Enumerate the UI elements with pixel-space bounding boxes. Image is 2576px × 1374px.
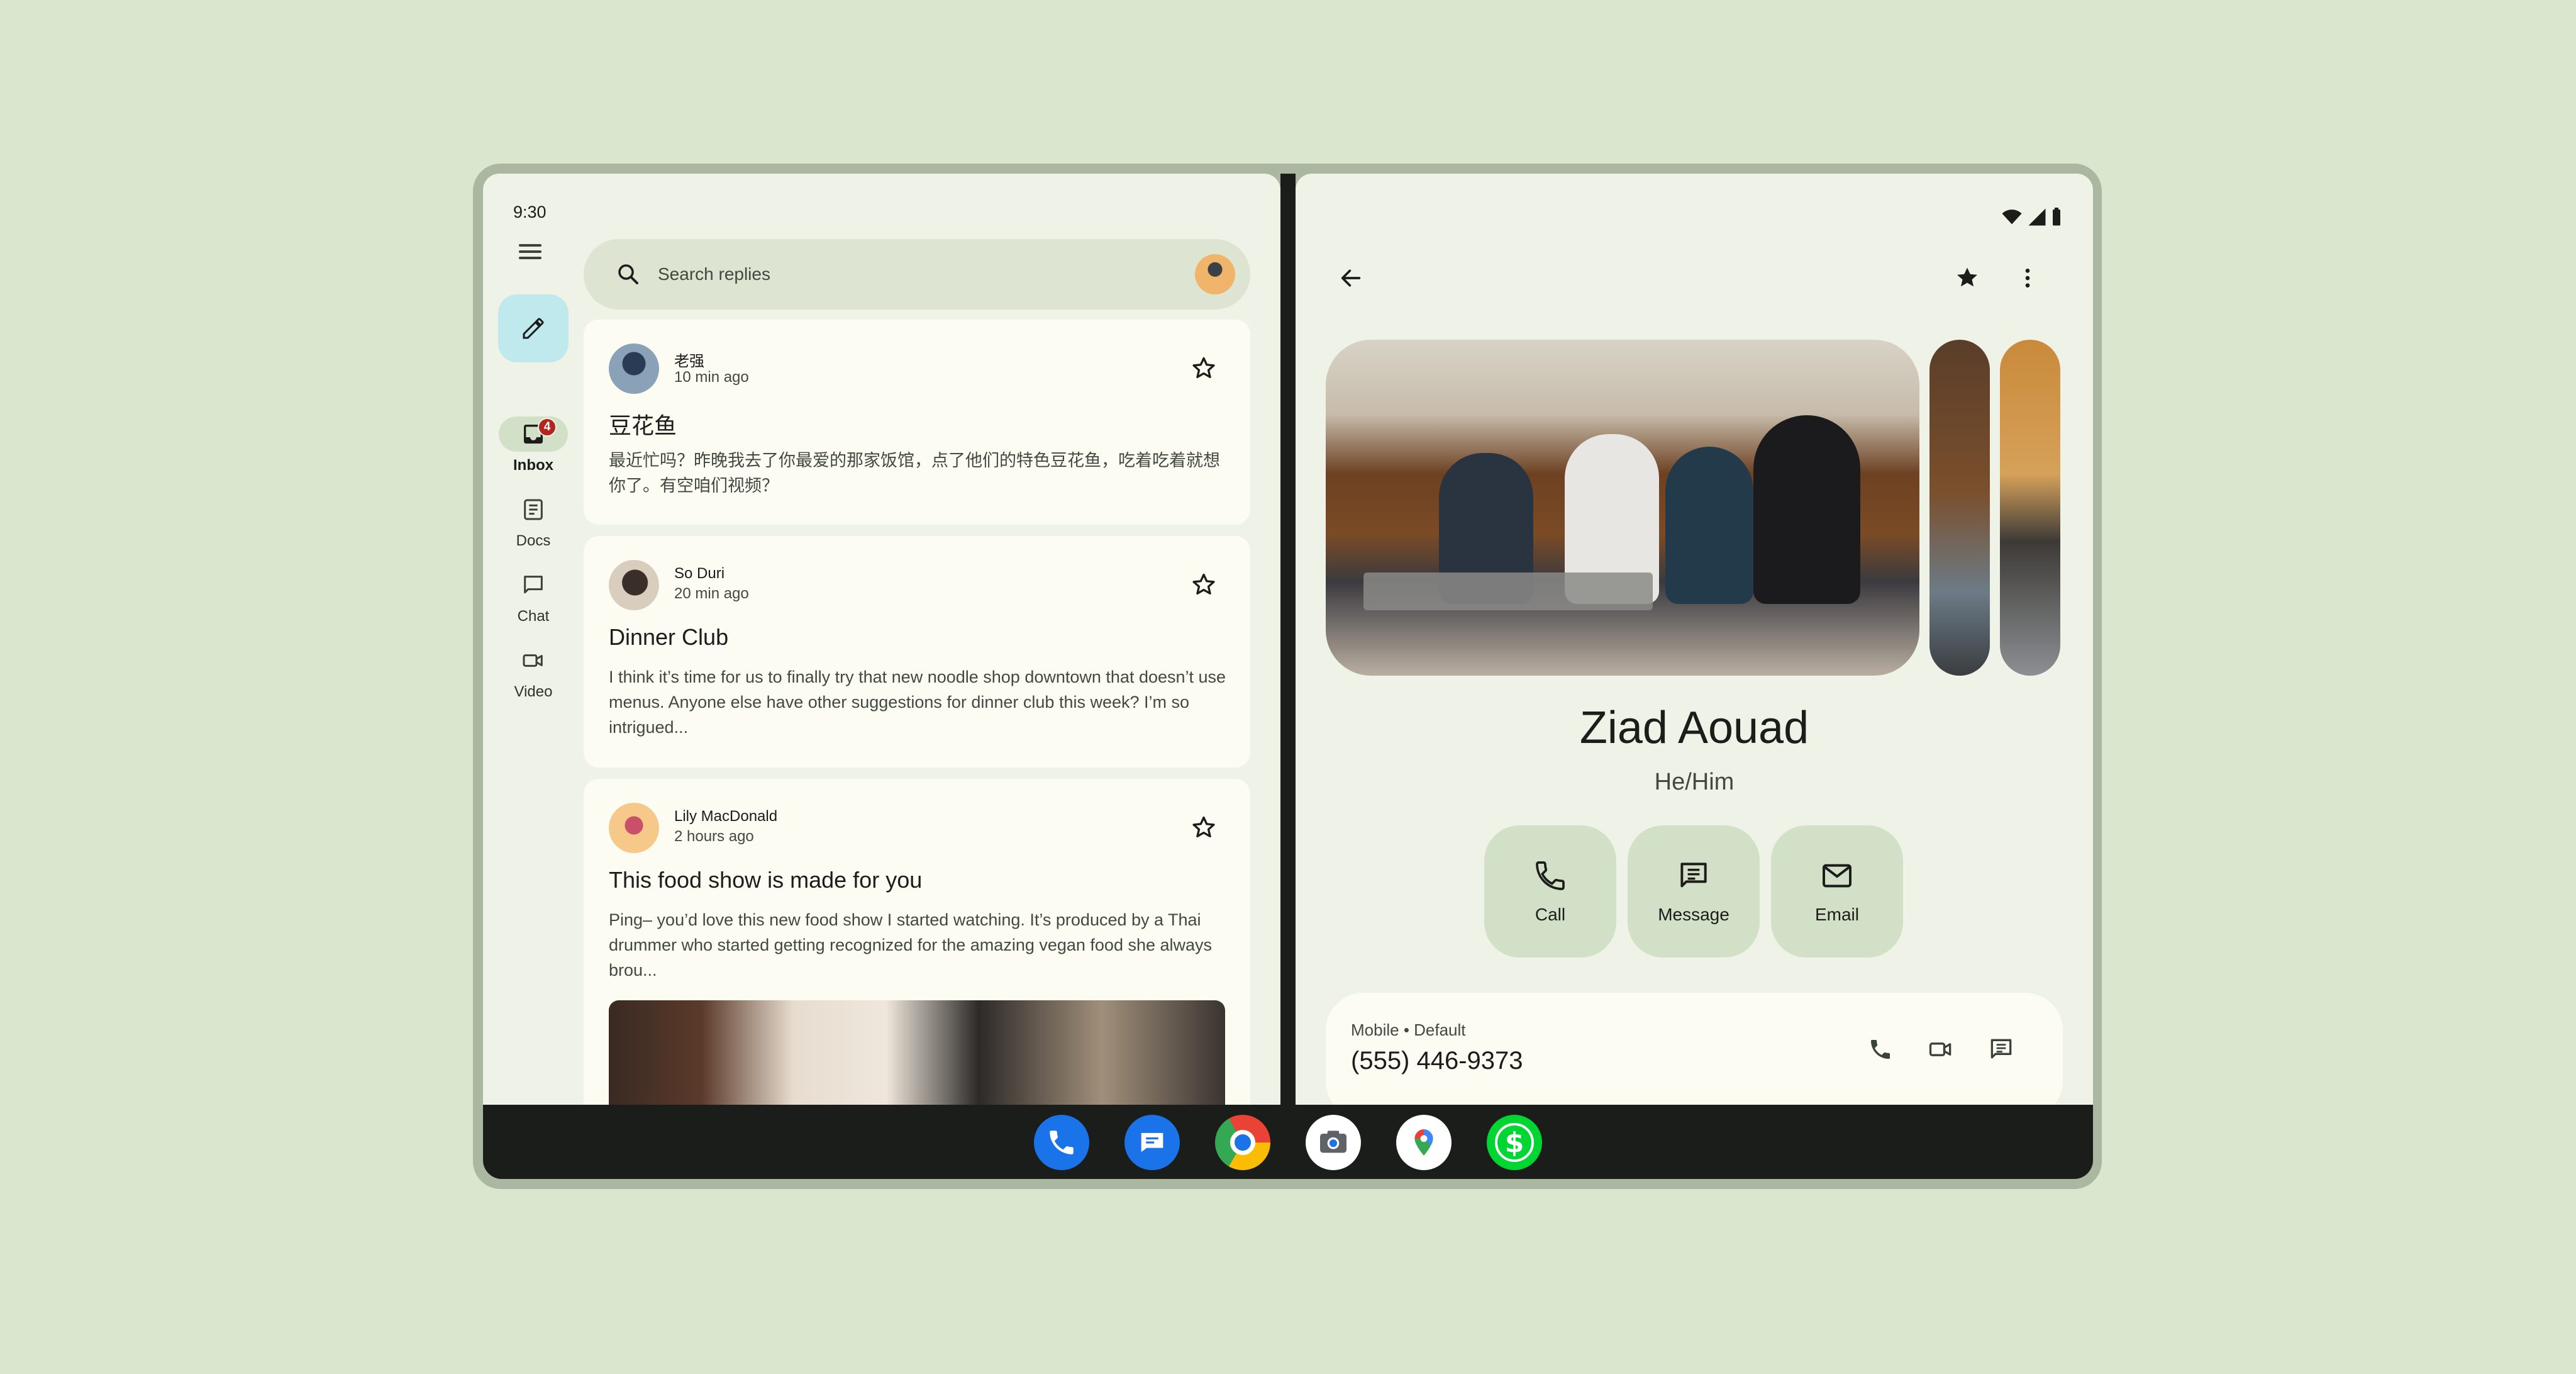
phone-number-card[interactable]: Mobile • Default (555) 446-9373 <box>1326 993 2063 1105</box>
star-filled-icon <box>1957 267 1977 287</box>
phone-call-icon[interactable] <box>1864 1033 1897 1066</box>
star-outline-icon[interactable] <box>1190 355 1218 383</box>
sender-name: Lily MacDonald <box>674 808 778 825</box>
nav-item-chat[interactable]: Chat <box>483 567 584 625</box>
compose-fab-button[interactable] <box>498 294 569 362</box>
message-subject: 豆花鱼 <box>609 413 677 438</box>
search-bar[interactable]: Search replies <box>584 239 1250 310</box>
left-pane-email-app: 9:30 4 Inbox Docs Chat Video Search repl… <box>483 174 1280 1105</box>
favorite-button[interactable] <box>1948 259 1986 297</box>
star-outline-icon[interactable] <box>1190 814 1218 842</box>
search-icon <box>618 264 638 284</box>
contact-photo-thumb[interactable] <box>2000 340 2060 676</box>
video-call-icon[interactable] <box>1924 1033 1957 1066</box>
list-item[interactable]: So Duri 20 min ago Dinner Club I think i… <box>584 536 1250 768</box>
message-label: Message <box>1658 905 1729 924</box>
phone-type-label: Mobile • Default <box>1351 1020 1466 1039</box>
list-item[interactable]: Lily MacDonald 2 hours ago This food sho… <box>584 779 1250 1105</box>
avatar <box>609 560 659 610</box>
avatar <box>609 344 659 394</box>
nav-label-inbox: Inbox <box>513 457 553 474</box>
avatar <box>609 803 659 853</box>
sender-name: 老强 <box>674 353 704 370</box>
call-label: Call <box>1535 905 1566 924</box>
maps-app-icon[interactable] <box>1396 1115 1452 1170</box>
more-vert-icon <box>2025 269 2030 288</box>
status-time: 9:30 <box>513 203 547 221</box>
star-outline-icon[interactable] <box>1190 571 1218 599</box>
message-button[interactable]: Message <box>1628 825 1760 958</box>
chat-icon <box>524 576 543 594</box>
contact-name: Ziad Aouad <box>1579 703 1809 753</box>
sender-name: So Duri <box>674 565 725 582</box>
arrow-back-icon <box>1341 269 1361 287</box>
phone-app-icon[interactable] <box>1034 1115 1089 1170</box>
docs-icon <box>524 499 543 520</box>
messages-app-icon[interactable] <box>1124 1115 1180 1170</box>
contact-photo-main[interactable] <box>1326 340 1919 676</box>
contact-actions: Call Message Email <box>1484 825 1903 958</box>
pencil-icon <box>523 318 544 339</box>
contact-photo-thumb[interactable] <box>1929 340 1990 676</box>
email-label: Email <box>1814 905 1859 924</box>
list-item[interactable]: 老强 10 min ago 豆花鱼 最近忙吗？昨晚我去了你最爱的那家饭馆，点了他… <box>584 320 1250 525</box>
signal-icon <box>2028 208 2046 226</box>
wifi-icon <box>2002 209 2022 225</box>
back-button[interactable] <box>1332 259 1370 297</box>
nav-item-video[interactable]: Video <box>483 643 584 701</box>
nav-label-video: Video <box>514 683 553 700</box>
search-placeholder: Search replies <box>658 264 770 284</box>
message-time: 10 min ago <box>674 369 749 386</box>
message-attachment-image[interactable] <box>609 1000 1225 1105</box>
message-subject: Dinner Club <box>609 624 729 650</box>
inbox-badge: 4 <box>538 418 557 437</box>
nav-label-docs: Docs <box>516 532 551 549</box>
nav-item-docs[interactable]: Docs <box>483 492 584 550</box>
sms-icon[interactable] <box>1985 1033 2018 1066</box>
message-preview: Ping– you’d love this new food show I st… <box>609 910 1213 980</box>
nav-label-chat: Chat <box>517 608 550 625</box>
phone-number: (555) 446-9373 <box>1351 1047 1523 1075</box>
more-options-button[interactable] <box>2009 259 2046 297</box>
app-dock: $ <box>1034 1115 1542 1170</box>
cash-app-icon[interactable]: $ <box>1487 1115 1542 1170</box>
message-time: 20 min ago <box>674 585 749 602</box>
message-icon <box>1680 863 1707 888</box>
right-pane-contact-detail: Ziad Aouad He/Him Call Message Email Mob… <box>1296 174 2093 1105</box>
message-preview: I think it’s time for us to finally try … <box>609 667 1226 737</box>
email-button[interactable]: Email <box>1771 825 1903 958</box>
status-icons <box>2001 208 2062 226</box>
message-subject: This food show is made for you <box>609 867 923 893</box>
video-icon <box>523 654 543 667</box>
camera-app-icon[interactable] <box>1306 1115 1361 1170</box>
email-icon <box>1823 864 1852 888</box>
chrome-app-icon[interactable] <box>1215 1115 1270 1170</box>
call-button[interactable]: Call <box>1484 825 1616 958</box>
account-avatar[interactable] <box>1195 254 1235 294</box>
nav-item-inbox[interactable]: 4 Inbox <box>483 416 584 474</box>
message-preview: 最近忙吗？昨晚我去了你最爱的那家饭馆，点了他们的特色豆花鱼，吃着吃着就想你了。有… <box>609 451 1220 495</box>
phone-icon <box>1536 861 1565 890</box>
contact-pronouns: He/Him <box>1654 769 1735 795</box>
message-time: 2 hours ago <box>674 828 754 845</box>
device-hinge <box>1280 174 1296 1105</box>
menu-icon[interactable] <box>514 239 546 264</box>
battery-icon <box>2053 208 2060 226</box>
